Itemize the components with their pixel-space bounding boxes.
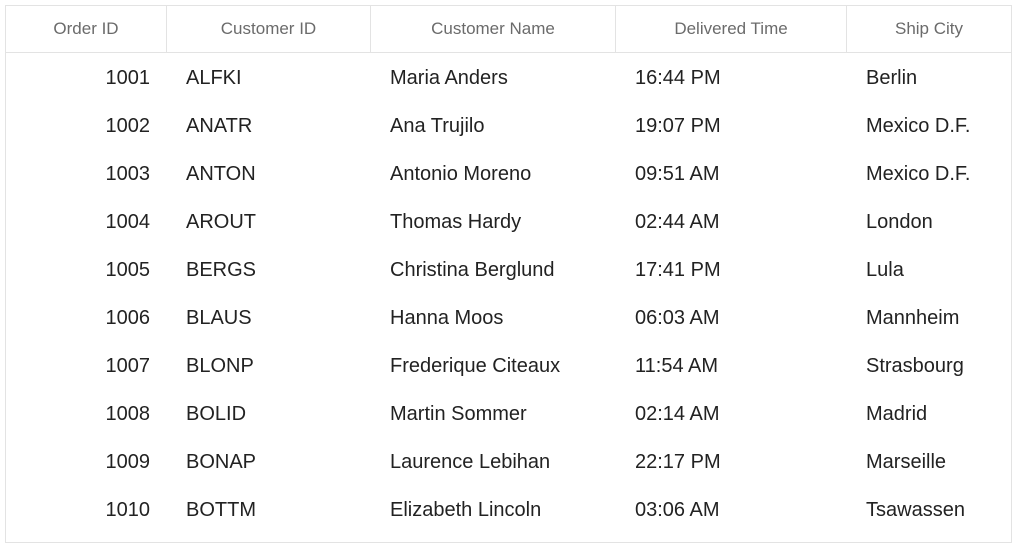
cell-delivered-time[interactable]: 02:44 AM (616, 198, 847, 246)
cell-ship-city[interactable]: Marseille (847, 438, 1011, 486)
cell-delivered-time[interactable]: 17:41 PM (616, 246, 847, 294)
table-row[interactable]: 1009 BONAP Laurence Lebihan 22:17 PM Marseil… (6, 438, 1011, 486)
cell-order-id[interactable]: 1007 (6, 342, 167, 390)
cell-customer-id[interactable]: BLAUS (167, 294, 371, 342)
cell-ship-city[interactable]: Mexico D.F. (847, 102, 1011, 150)
cell-customer-id[interactable]: BONAP (167, 438, 371, 486)
cell-customer-name[interactable]: Frederique Citeaux (371, 342, 616, 390)
cell-customer-id[interactable]: ALFKI (167, 54, 371, 102)
column-header-order-id[interactable]: Order ID (6, 6, 167, 52)
table-row[interactable]: 1010 BOTTM Elizabeth Lincoln 03:06 AM Tsawas… (6, 486, 1011, 534)
cell-delivered-time[interactable]: 16:44 PM (616, 54, 847, 102)
data-grid: Order ID Customer ID Customer Name Deliv… (5, 5, 1012, 543)
cell-customer-id[interactable]: BLONP (167, 342, 371, 390)
cell-order-id[interactable]: 1001 (6, 54, 167, 102)
cell-customer-id[interactable]: BOTTM (167, 486, 371, 534)
cell-customer-name[interactable]: Thomas Hardy (371, 198, 616, 246)
cell-ship-city[interactable]: Strasbourg (847, 342, 1011, 390)
table-row[interactable]: 1006 BLAUS Hanna Moos 06:03 AM Mannheim (6, 294, 1011, 342)
table-row[interactable]: 1004 AROUT Thomas Hardy 02:44 AM London (6, 198, 1011, 246)
cell-order-id[interactable]: 1005 (6, 246, 167, 294)
grid-header-row: Order ID Customer ID Customer Name Deliv… (6, 6, 1011, 53)
cell-delivered-time[interactable]: 02:14 AM (616, 390, 847, 438)
cell-order-id[interactable]: 1004 (6, 198, 167, 246)
cell-customer-id[interactable]: ANATR (167, 102, 371, 150)
cell-customer-name[interactable]: Laurence Lebihan (371, 438, 616, 486)
cell-ship-city[interactable]: Lula (847, 246, 1011, 294)
grid-body: 1001 ALFKI Maria Anders 16:44 PM Berlin 1002 A… (6, 53, 1011, 534)
table-row[interactable]: 1007 BLONP Frederique Citeaux 11:54 AM Stras… (6, 342, 1011, 390)
cell-delivered-time[interactable]: 11:54 AM (616, 342, 847, 390)
cell-ship-city[interactable]: Berlin (847, 54, 1011, 102)
table-row[interactable]: 1008 BOLID Martin Sommer 02:14 AM Madrid (6, 390, 1011, 438)
cell-customer-id[interactable]: ANTON (167, 150, 371, 198)
cell-ship-city[interactable]: Madrid (847, 390, 1011, 438)
cell-delivered-time[interactable]: 19:07 PM (616, 102, 847, 150)
table-row[interactable]: 1003 ANTON Antonio Moreno 09:51 AM Mexico D.… (6, 150, 1011, 198)
cell-customer-name[interactable]: Maria Anders (371, 54, 616, 102)
cell-order-id[interactable]: 1009 (6, 438, 167, 486)
cell-delivered-time[interactable]: 22:17 PM (616, 438, 847, 486)
cell-customer-name[interactable]: Hanna Moos (371, 294, 616, 342)
table-row[interactable]: 1002 ANATR Ana Trujilo 19:07 PM Mexico D.F. (6, 102, 1011, 150)
cell-ship-city[interactable]: Mannheim (847, 294, 1011, 342)
cell-ship-city[interactable]: London (847, 198, 1011, 246)
column-header-customer-name[interactable]: Customer Name (371, 6, 616, 52)
cell-order-id[interactable]: 1008 (6, 390, 167, 438)
cell-order-id[interactable]: 1006 (6, 294, 167, 342)
column-header-ship-city[interactable]: Ship City (847, 6, 1011, 52)
column-header-delivered-time[interactable]: Delivered Time (616, 6, 847, 52)
cell-customer-name[interactable]: Martin Sommer (371, 390, 616, 438)
cell-delivered-time[interactable]: 09:51 AM (616, 150, 847, 198)
cell-customer-name[interactable]: Elizabeth Lincoln (371, 486, 616, 534)
cell-customer-name[interactable]: Christina Berglund (371, 246, 616, 294)
cell-order-id[interactable]: 1003 (6, 150, 167, 198)
cell-delivered-time[interactable]: 06:03 AM (616, 294, 847, 342)
cell-order-id[interactable]: 1002 (6, 102, 167, 150)
cell-delivered-time[interactable]: 03:06 AM (616, 486, 847, 534)
cell-customer-name[interactable]: Antonio Moreno (371, 150, 616, 198)
table-row[interactable]: 1005 BERGS Christina Berglund 17:41 PM Lula (6, 246, 1011, 294)
table-row[interactable]: 1001 ALFKI Maria Anders 16:44 PM Berlin (6, 54, 1011, 102)
column-header-customer-id[interactable]: Customer ID (167, 6, 371, 52)
cell-customer-name[interactable]: Ana Trujilo (371, 102, 616, 150)
cell-ship-city[interactable]: Tsawassen (847, 486, 1011, 534)
cell-customer-id[interactable]: BOLID (167, 390, 371, 438)
cell-customer-id[interactable]: BERGS (167, 246, 371, 294)
cell-order-id[interactable]: 1010 (6, 486, 167, 534)
cell-customer-id[interactable]: AROUT (167, 198, 371, 246)
cell-ship-city[interactable]: Mexico D.F. (847, 150, 1011, 198)
